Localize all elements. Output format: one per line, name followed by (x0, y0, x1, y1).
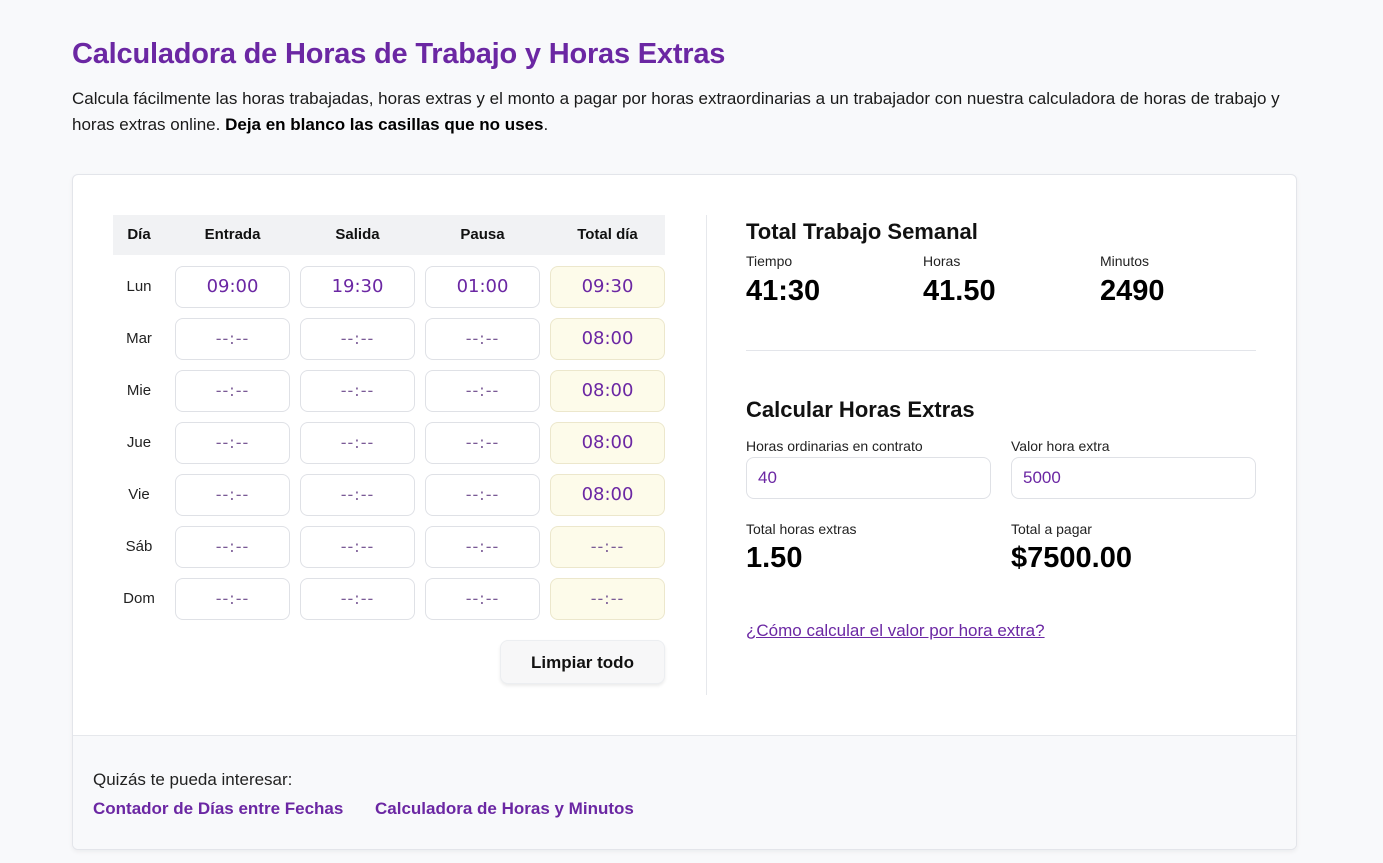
related-links-footer: Quizás te pueda interesar: Contador de D… (73, 735, 1296, 849)
entry-time-input[interactable]: 09:00 (175, 266, 290, 308)
contract-hours-label: Horas ordinarias en contrato (746, 438, 923, 454)
section-divider (746, 350, 1256, 351)
intro-text: Calcula fácilmente las horas trabajadas,… (72, 86, 1302, 138)
hours-value: 41.50 (923, 275, 996, 307)
entry-time-input[interactable]: --:-- (175, 318, 290, 360)
day-total-input[interactable]: 09:30 (550, 266, 665, 308)
header-in: Entrada (204, 226, 261, 243)
pause-time-input[interactable]: --:-- (425, 422, 540, 464)
day-label: Dom (123, 590, 155, 607)
day-label: Mie (126, 382, 152, 399)
hours-minutes-calculator-link[interactable]: Calculadora de Horas y Minutos (375, 799, 634, 819)
exit-time-input[interactable]: --:-- (300, 370, 415, 412)
pause-time-input[interactable]: 01:00 (425, 266, 540, 308)
pause-time-input[interactable]: --:-- (425, 474, 540, 516)
table-row: Mar --:-- --:-- --:-- 08:00 (113, 318, 665, 360)
pause-time-input[interactable]: --:-- (425, 578, 540, 620)
entry-time-input[interactable]: --:-- (175, 578, 290, 620)
overtime-title: Calcular Horas Extras (746, 397, 975, 422)
exit-time-input[interactable]: --:-- (300, 318, 415, 360)
table-header: Día Entrada Salida Pausa Total día (113, 215, 665, 255)
day-total-input[interactable]: 08:00 (550, 474, 665, 516)
total-extra-hours-value: 1.50 (746, 542, 803, 574)
day-label: Lun (126, 278, 152, 295)
clear-all-button[interactable]: Limpiar todo (500, 640, 665, 684)
day-total-input[interactable]: 08:00 (550, 422, 665, 464)
day-total-input[interactable]: 08:00 (550, 370, 665, 412)
howto-overtime-link[interactable]: ¿Cómo calcular el valor por hora extra? (746, 621, 1045, 641)
exit-time-input[interactable]: 19:30 (300, 266, 415, 308)
weekly-total-title: Total Trabajo Semanal (746, 219, 978, 244)
contract-hours-input[interactable]: 40 (746, 457, 991, 499)
table-row: Mie --:-- --:-- --:-- 08:00 (113, 370, 665, 412)
vertical-divider (706, 215, 707, 695)
entry-time-input[interactable]: --:-- (175, 422, 290, 464)
time-value: 41:30 (746, 275, 821, 307)
total-pay-label: Total a pagar (1011, 521, 1092, 537)
table-row: Sáb --:-- --:-- --:-- --:-- (113, 526, 665, 568)
intro-bold: Deja en blanco las casillas que no uses (225, 115, 544, 134)
overtime-rate-label: Valor hora extra (1011, 438, 1110, 454)
table-row: Jue --:-- --:-- --:-- 08:00 (113, 422, 665, 464)
exit-time-input[interactable]: --:-- (300, 578, 415, 620)
calculator-card: Día Entrada Salida Pausa Total día Lun 0… (72, 174, 1297, 850)
day-label: Vie (128, 486, 150, 503)
day-label: Mar (126, 330, 152, 347)
exit-time-input[interactable]: --:-- (300, 526, 415, 568)
pause-time-input[interactable]: --:-- (425, 318, 540, 360)
related-label: Quizás te pueda interesar: (93, 770, 293, 789)
hours-label: Horas (923, 253, 961, 269)
header-out: Salida (335, 226, 380, 243)
day-label: Jue (126, 434, 152, 451)
page-title: Calculadora de Horas de Trabajo y Horas … (72, 38, 726, 70)
header-total: Total día (577, 226, 638, 243)
entry-time-input[interactable]: --:-- (175, 526, 290, 568)
minutes-label: Minutos (1100, 253, 1150, 269)
pause-time-input[interactable]: --:-- (425, 526, 540, 568)
intro-end: . (543, 115, 549, 134)
day-label: Sáb (125, 538, 153, 555)
pause-time-input[interactable]: --:-- (425, 370, 540, 412)
day-total-input[interactable]: --:-- (550, 578, 665, 620)
entry-time-input[interactable]: --:-- (175, 474, 290, 516)
table-row: Vie --:-- --:-- --:-- 08:00 (113, 474, 665, 516)
exit-time-input[interactable]: --:-- (300, 474, 415, 516)
time-label: Tiempo (746, 253, 793, 269)
table-row: Lun 09:00 19:30 01:00 09:30 (113, 266, 665, 308)
day-total-input[interactable]: 08:00 (550, 318, 665, 360)
total-extra-hours-label: Total horas extras (746, 521, 857, 537)
header-pause: Pausa (460, 226, 505, 243)
minutes-value: 2490 (1100, 275, 1165, 307)
table-row: Dom --:-- --:-- --:-- --:-- (113, 578, 665, 620)
entry-time-input[interactable]: --:-- (175, 370, 290, 412)
exit-time-input[interactable]: --:-- (300, 422, 415, 464)
days-counter-link[interactable]: Contador de Días entre Fechas (93, 799, 343, 819)
total-pay-value: $7500.00 (1011, 542, 1132, 574)
day-total-input[interactable]: --:-- (550, 526, 665, 568)
overtime-rate-input[interactable]: 5000 (1011, 457, 1256, 499)
header-day: Día (127, 226, 151, 243)
